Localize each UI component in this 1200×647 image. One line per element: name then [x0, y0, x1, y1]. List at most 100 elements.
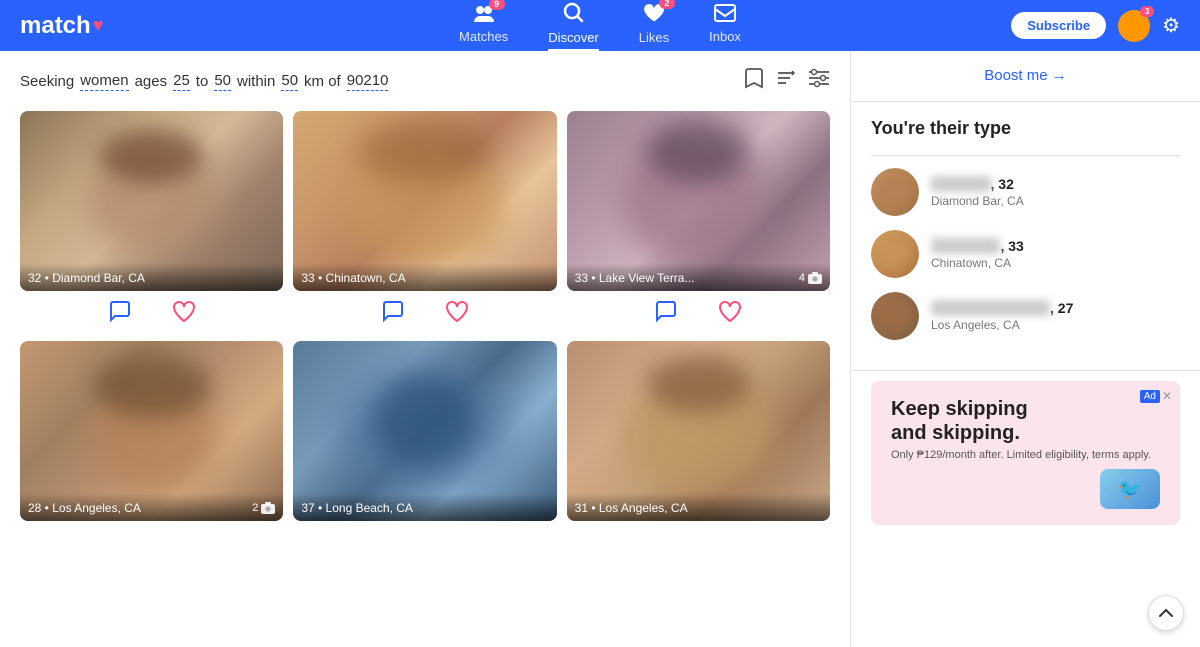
logo-text: match — [20, 12, 91, 40]
type-info-1: ██████, 32 Diamond Bar, CA — [931, 176, 1024, 208]
profile-card-4: 28 • Los Angeles, CA 2 — [20, 341, 283, 521]
profile-1-info: 32 • Diamond Bar, CA — [28, 271, 145, 285]
inbox-icon — [714, 4, 736, 27]
profile-1-actions — [20, 291, 283, 333]
profile-overlay-6: 31 • Los Angeles, CA — [567, 493, 830, 521]
blurred-name-3: ████████████ — [931, 300, 1050, 316]
profile-card-2: 33 • Chinatown, CA — [293, 111, 556, 333]
ages-label: ages — [135, 73, 168, 90]
their-type-section: You're their type ██████, 32 Diamond Bar… — [851, 102, 1200, 371]
chat-button-2[interactable] — [381, 299, 405, 329]
boost-section: Boost me → — [851, 51, 1200, 102]
profile-overlay-1: 32 • Diamond Bar, CA — [20, 263, 283, 291]
likes-icon: 2 — [643, 3, 665, 28]
like-button-2[interactable] — [445, 299, 469, 329]
profile-image-card-1[interactable]: 32 • Diamond Bar, CA — [20, 111, 283, 291]
profile-image-card-6[interactable]: 31 • Los Angeles, CA — [567, 341, 830, 521]
type-name-2: ███████, 33 — [931, 238, 1024, 254]
nav-matches[interactable]: 9 Matches — [459, 4, 508, 48]
profile-card-5: 37 • Long Beach, CA — [293, 341, 556, 521]
matches-badge: 9 — [489, 0, 505, 10]
nav-likes[interactable]: 2 Likes — [639, 3, 669, 49]
type-location-3: Los Angeles, CA — [931, 318, 1073, 332]
ad-close-button[interactable]: Ad ✕ — [1140, 389, 1172, 403]
type-person-2[interactable]: ███████, 33 Chinatown, CA — [871, 230, 1180, 278]
matches-icon: 9 — [473, 4, 495, 27]
logo-heart-icon: ♥ — [93, 15, 104, 36]
nav-discover[interactable]: Discover — [548, 1, 599, 51]
ad-close-icon[interactable]: ✕ — [1162, 389, 1172, 403]
like-button-1[interactable] — [172, 299, 196, 329]
zip-filter[interactable]: 90210 — [347, 72, 389, 91]
profile-image-2: 33 • Chinatown, CA — [293, 111, 556, 291]
type-person-3[interactable]: ████████████, 27 Los Angeles, CA — [871, 292, 1180, 340]
subscribe-button[interactable]: Subscribe — [1011, 12, 1106, 39]
distance-filter[interactable]: 50 — [281, 72, 298, 91]
profile-image-card-3[interactable]: 33 • Lake View Terra... 4 — [567, 111, 830, 291]
type-info-3: ████████████, 27 Los Angeles, CA — [931, 300, 1073, 332]
profile-overlay-2: 33 • Chinatown, CA — [293, 263, 556, 291]
likes-label: Likes — [639, 30, 669, 45]
chat-button-3[interactable] — [654, 299, 678, 329]
type-location-2: Chinatown, CA — [931, 256, 1024, 270]
profile-3-actions — [567, 291, 830, 333]
profile-6-info: 31 • Los Angeles, CA — [575, 501, 688, 515]
boost-link[interactable]: Boost me → — [984, 67, 1067, 84]
search-actions — [744, 67, 830, 95]
type-person-1[interactable]: ██████, 32 Diamond Bar, CA — [871, 168, 1180, 216]
ad-section: Ad ✕ Keep skippingand skipping. Only ₱12… — [871, 381, 1180, 525]
type-info-2: ███████, 33 Chinatown, CA — [931, 238, 1024, 270]
inbox-label: Inbox — [709, 29, 741, 44]
ad-title: Keep skippingand skipping. — [891, 397, 1160, 445]
main-content: Seeking women ages 25 to 50 within 50 km… — [0, 51, 1200, 647]
type-avatar-2 — [871, 230, 919, 278]
profile-image-card-5[interactable]: 37 • Long Beach, CA — [293, 341, 556, 521]
main-nav: 9 Matches Discover 2 Likes — [459, 1, 741, 51]
to-label: to — [196, 73, 209, 90]
seeking-label: Seeking — [20, 73, 74, 90]
header-right: Subscribe 3 ⚙ — [1011, 10, 1180, 42]
ad-label: Ad — [1140, 390, 1160, 403]
km-label: km of — [304, 73, 341, 90]
avatar-badge: 3 — [1140, 6, 1154, 17]
sort-button[interactable] — [776, 68, 796, 94]
type-name-1: ██████, 32 — [931, 176, 1024, 192]
chat-button-1[interactable] — [108, 299, 132, 329]
profile-overlay-4: 28 • Los Angeles, CA 2 — [20, 493, 283, 521]
discover-label: Discover — [548, 30, 599, 45]
profile-card-3: 33 • Lake View Terra... 4 — [567, 111, 830, 333]
profile-3-info: 33 • Lake View Terra... — [575, 271, 695, 285]
profile-3-count: 4 — [799, 272, 822, 284]
logo[interactable]: match♥ — [20, 12, 103, 40]
profile-overlay-5: 37 • Long Beach, CA — [293, 493, 556, 521]
app-header: match♥ 9 Matches Discover — [0, 0, 1200, 51]
nav-inbox[interactable]: Inbox — [709, 4, 741, 48]
filter-button[interactable] — [808, 68, 830, 94]
max-age-filter[interactable]: 50 — [214, 72, 231, 91]
min-age-filter[interactable]: 25 — [173, 72, 190, 91]
search-filter-bar: Seeking women ages 25 to 50 within 50 km… — [20, 67, 830, 95]
profile-2-actions — [293, 291, 556, 333]
bookmark-button[interactable] — [744, 67, 764, 95]
likes-badge: 2 — [659, 0, 675, 9]
settings-icon[interactable]: ⚙ — [1162, 13, 1180, 38]
profile-overlay-3: 33 • Lake View Terra... 4 — [567, 263, 830, 291]
their-type-title: You're their type — [871, 118, 1180, 139]
ad-container: Ad ✕ Keep skippingand skipping. Only ₱12… — [851, 371, 1200, 545]
ad-visual: 🐦 — [891, 469, 1160, 509]
profile-2-info: 33 • Chinatown, CA — [301, 271, 405, 285]
profile-image-card-4[interactable]: 28 • Los Angeles, CA 2 — [20, 341, 283, 521]
discover-content: Seeking women ages 25 to 50 within 50 km… — [0, 51, 850, 647]
profile-image-card-2[interactable]: 33 • Chinatown, CA — [293, 111, 556, 291]
like-button-3[interactable] — [718, 299, 742, 329]
profile-image-5: 37 • Long Beach, CA — [293, 341, 556, 521]
right-sidebar: Boost me → You're their type ██████, 32 … — [850, 51, 1200, 647]
type-location-1: Diamond Bar, CA — [931, 194, 1024, 208]
matches-label: Matches — [459, 29, 508, 44]
within-label: within — [237, 73, 275, 90]
user-avatar[interactable]: 3 — [1118, 10, 1150, 42]
blurred-name-1: ██████ — [931, 176, 991, 192]
gender-filter[interactable]: women — [80, 72, 128, 91]
type-name-3: ████████████, 27 — [931, 300, 1073, 316]
divider — [871, 155, 1180, 156]
